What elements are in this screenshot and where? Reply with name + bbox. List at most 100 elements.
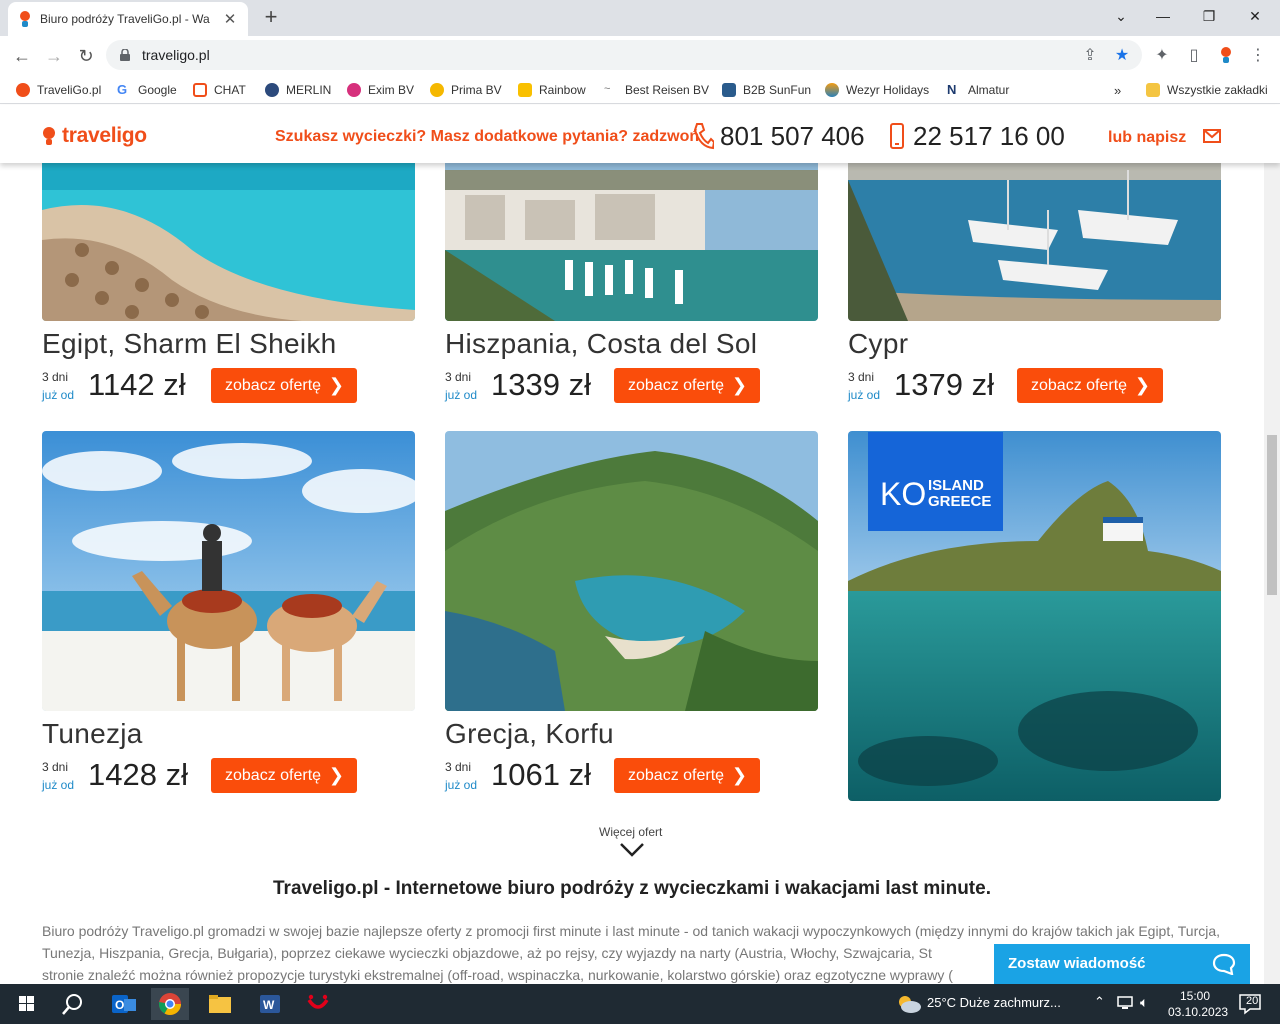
cyprus-offer-photo[interactable] [848,150,1221,321]
bookmark-exim[interactable]: Exim BV [347,81,414,99]
chevron-right-icon: ❯ [731,765,747,785]
traveligo-favicon-icon [18,11,32,27]
bookmark-traveligo[interactable]: TraveliGo.pl [16,81,101,99]
bookmark-merlin[interactable]: MERLIN [265,81,331,99]
close-tab-icon[interactable]: ✕ [222,10,238,28]
offer-destination[interactable]: Egipt, Sharm El Sheikh [42,328,337,360]
offer-from-label: już od [445,388,478,402]
bookmark-rainbow[interactable]: Rainbow [518,81,586,99]
offer-days: 3 dni [445,760,472,774]
file-explorer-icon[interactable] [201,988,239,1020]
contact-question: Szukasz wycieczki? Masz dodatkowe pytani… [275,128,700,145]
offer-from-label: już od [445,778,478,792]
mobile-phone-icon [890,123,904,154]
offer-days: 3 dni [42,370,69,384]
search-icon[interactable] [54,988,92,1020]
more-menu-icon[interactable]: ⋮ [1248,46,1268,66]
traveligo-logo[interactable]: traveligo [42,124,147,148]
wezyr-icon [825,83,839,97]
greece-text: GREECE [928,493,992,510]
merlin-icon [265,83,279,97]
offer-destination[interactable]: Grecja, Korfu [445,718,614,750]
tui-icon[interactable] [299,988,337,1020]
section-title: Traveligo.pl - Internetowe biuro podróży… [273,878,991,899]
chevron-down-icon[interactable] [619,842,645,863]
almatur-icon: N [947,82,957,97]
bookmarks-bar: TraveliGo.pl G Google CHAT MERLIN Exim BV… [0,76,1280,104]
lock-icon [120,48,130,61]
see-offer-button[interactable]: zobacz ofertę ❯ [614,758,760,793]
forward-arrow-icon[interactable]: → [40,42,68,70]
system-clock[interactable]: 15:00 03.10.2023 [1168,988,1228,1020]
bookmark-chat[interactable]: CHAT [193,81,246,99]
phone-icon [692,122,716,155]
see-offer-button[interactable]: zobacz ofertę ❯ [614,368,760,403]
offer-destination[interactable]: Tunezja [42,718,143,750]
word-icon[interactable]: W [250,988,288,1020]
see-offer-button[interactable]: zobacz ofertę ❯ [211,368,357,403]
minimize-button[interactable]: — [1140,0,1186,32]
spain-offer-photo[interactable] [445,150,818,321]
more-bookmarks-chevron-icon[interactable]: » [1114,81,1121,99]
egypt-offer-photo[interactable] [42,150,415,321]
corfu-offer-photo[interactable] [445,431,818,711]
profile-avatar-icon[interactable] [1216,46,1236,66]
network-icon[interactable] [1116,995,1134,1016]
see-offer-button[interactable]: zobacz ofertę ❯ [1017,368,1163,403]
leave-message-widget[interactable]: Zostaw wiadomość [994,944,1250,984]
chrome-taskbar-icon[interactable] [151,988,189,1020]
new-tab-button[interactable]: + [258,4,284,30]
best-reisen-icon: ~ [604,83,611,95]
bookmark-google[interactable]: G Google [117,81,177,99]
reload-icon[interactable]: ↻ [72,42,100,70]
share-icon[interactable]: ⇪ [1080,46,1100,66]
bookmark-prima[interactable]: Prima BV [430,81,502,99]
see-offer-button[interactable]: zobacz ofertę ❯ [211,758,357,793]
scrollbar-thumb[interactable] [1267,435,1277,595]
close-window-button[interactable]: ✕ [1232,0,1278,32]
tunisia-offer-photo[interactable] [42,431,415,711]
weather-text[interactable]: 25°C Duże zachmurz... [927,995,1061,1010]
folder-icon [1146,83,1160,97]
page-scrollbar[interactable] [1264,163,1280,984]
bookmark-star-icon[interactable]: ★ [1112,46,1132,66]
all-bookmarks-folder[interactable]: Wszystkie zakładki [1146,81,1268,99]
more-offers-link[interactable]: Więcej ofert [599,825,662,839]
side-panel-icon[interactable]: ▯ [1184,46,1204,66]
back-arrow-icon[interactable]: ← [8,42,36,70]
chevron-right-icon: ❯ [328,765,344,785]
phone-number-1[interactable]: 801 507 406 [720,121,865,152]
mail-icon[interactable] [1203,129,1221,148]
logo-text: traveligo [62,124,147,147]
clock-time: 15:00 [1179,989,1211,1003]
browser-tab[interactable]: Biuro podróży TraveliGo.pl - Wa ✕ [8,2,248,36]
bookmark-best-reisen[interactable]: ~ Best Reisen BV [604,81,709,99]
offer-from-label: już od [42,388,75,402]
show-hidden-icons-chevron-icon[interactable]: ⌃ [1094,994,1105,1010]
ko-island-greece-logo: KO ISLAND GREECE [868,432,1003,531]
offer-from-label: już od [42,778,75,792]
offer-destination[interactable]: Hiszpania, Costa del Sol [445,328,757,360]
offer-destination[interactable]: Cypr [848,328,908,360]
address-bar[interactable]: traveligo.pl [106,40,1142,70]
volume-icon[interactable]: 🔈︎ [1140,994,1148,1011]
leave-message-label: Zostaw wiadomość [1008,955,1146,972]
chevron-right-icon: ❯ [328,375,344,395]
exim-icon [347,83,361,97]
tab-search-chevron-down-icon[interactable]: ⌄ [1098,0,1144,32]
section-description-text-2: stronie znaleźć można również propozycje… [42,967,953,983]
notification-count: 20 [1246,995,1259,1007]
extensions-puzzle-icon[interactable]: ✦ [1152,46,1172,66]
bookmark-sunfun[interactable]: B2B SunFun [722,81,811,99]
write-us-link[interactable]: lub napisz [1108,129,1186,147]
phone-number-2[interactable]: 22 517 16 00 [913,121,1065,152]
bookmark-wezyr[interactable]: Wezyr Holidays [825,81,929,99]
offer-days: 3 dni [445,370,472,384]
windows-start-icon[interactable] [8,988,46,1020]
svg-text:W: W [263,998,275,1012]
outlook-icon[interactable]: O [104,988,142,1020]
bookmark-almatur[interactable]: N Almatur [947,81,1009,99]
notifications-icon[interactable]: 20 [1236,992,1264,1016]
offer-price: 1061 zł [491,757,591,792]
restore-button[interactable]: ❐ [1186,0,1232,32]
